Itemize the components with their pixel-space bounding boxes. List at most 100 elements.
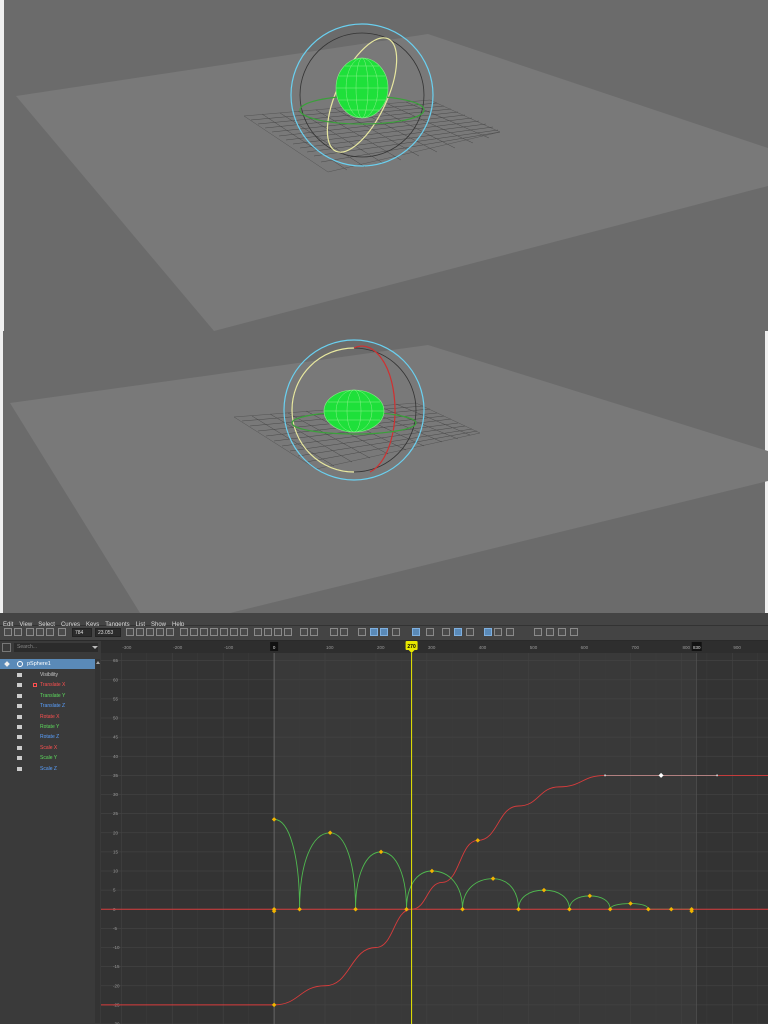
value-tick-label: -20: [113, 983, 120, 988]
value-tick-label: 35: [113, 773, 119, 778]
plateau-tangent-icon[interactable]: [240, 628, 248, 636]
time-tick-label: 400: [479, 645, 487, 650]
key-tick-icon[interactable]: [330, 628, 338, 636]
value-tick-label: 45: [113, 735, 119, 740]
viewport-bottom-scene: [0, 331, 768, 613]
grid-snap-icon[interactable]: [58, 628, 66, 636]
curve-icon: [17, 735, 22, 740]
value-tick-label: 65: [113, 658, 119, 663]
graph-editor-toolbar: 784 23.053: [0, 626, 768, 641]
value-tick-label: 30: [113, 792, 119, 797]
linear-tangent-icon[interactable]: [210, 628, 218, 636]
unify-tangents-icon[interactable]: [264, 628, 272, 636]
viewport-bottom[interactable]: [0, 331, 768, 613]
retime-tool-icon[interactable]: [46, 628, 54, 636]
value-field[interactable]: 23.053: [95, 628, 121, 637]
swap-buffer-curve-icon[interactable]: [310, 628, 318, 636]
outliner-scrollbar[interactable]: [95, 659, 100, 1023]
time-snap-icon[interactable]: [466, 628, 474, 636]
chevron-down-icon[interactable]: [92, 646, 98, 649]
curve-icon: [17, 693, 22, 698]
snap-time-icon[interactable]: [442, 628, 450, 636]
channel-outliner: Search... pSphere1 Visibility Translate X…: [0, 641, 102, 1024]
channel-label: Rotate Z: [40, 734, 60, 741]
denormalize-icon[interactable]: [426, 628, 434, 636]
flat-tangent-icon[interactable]: [220, 628, 228, 636]
frame-playback-range-icon[interactable]: [156, 628, 164, 636]
buffer-curve-snapshot-icon[interactable]: [300, 628, 308, 636]
value-tick-label: 50: [113, 716, 119, 721]
time-tick-label: 700: [632, 645, 640, 650]
move-key-tool-icon[interactable]: [4, 628, 12, 636]
channel-item[interactable]: Scale Y: [0, 753, 95, 763]
clamped-tangent-icon[interactable]: [200, 628, 208, 636]
frame-all-icon[interactable]: [136, 628, 144, 636]
expand-icon[interactable]: [4, 661, 10, 667]
auto-tangent-icon[interactable]: [180, 628, 188, 636]
butterworth-filter-icon[interactable]: [570, 628, 578, 636]
normalize-curves-icon[interactable]: [412, 628, 420, 636]
step-tangent-icon[interactable]: [230, 628, 238, 636]
post-infinity-icon[interactable]: [370, 628, 378, 636]
lock-icon[interactable]: [33, 683, 37, 688]
absolute-view-icon[interactable]: [494, 628, 502, 636]
lattice-deform-icon[interactable]: [26, 628, 34, 636]
frame-selection-icon[interactable]: [146, 628, 154, 636]
sphere-mesh[interactable]: [323, 389, 385, 433]
search-field[interactable]: Search...: [14, 643, 98, 652]
channel-item[interactable]: Translate Y: [0, 691, 95, 701]
channel-label: Scale Z: [40, 765, 57, 772]
range-end-label: 830: [693, 645, 701, 650]
infinity-cycle-icon[interactable]: [380, 628, 388, 636]
sphere-mesh[interactable]: [335, 57, 389, 119]
value-tick-label: 40: [113, 754, 119, 759]
center-current-time-icon[interactable]: [166, 628, 174, 636]
tangent-display-icon[interactable]: [506, 628, 514, 636]
pre-range-shade: [101, 653, 275, 1024]
time-tick-label: 100: [326, 645, 334, 650]
spline-tangent-icon[interactable]: [190, 628, 198, 636]
curve-simplify-icon[interactable]: [546, 628, 554, 636]
channel-item[interactable]: Rotate Z: [0, 732, 95, 742]
outliner-item-selected[interactable]: pSphere1: [0, 659, 95, 669]
channel-label: Translate Y: [40, 692, 66, 699]
tangent-handle-end: [604, 774, 607, 777]
curve-icon: [17, 725, 22, 729]
free-tangent-weight-icon[interactable]: [274, 628, 282, 636]
lock-tangent-weight-icon[interactable]: [284, 628, 292, 636]
time-tick-label: -200: [173, 645, 183, 650]
curve-graph[interactable]: -300-200-1000100200300400500600700800900…: [101, 641, 768, 1024]
channel-item[interactable]: Scale X: [0, 743, 95, 753]
curve-smooth-icon[interactable]: [534, 628, 542, 636]
curve-icon: [17, 704, 22, 709]
channel-item[interactable]: Rotate X: [0, 712, 95, 722]
channel-item[interactable]: Scale Z: [0, 764, 95, 774]
break-tangents-icon[interactable]: [254, 628, 262, 636]
insert-key-tool-icon[interactable]: [14, 628, 22, 636]
channel-item[interactable]: Rotate Y: [0, 722, 95, 732]
value-tick-label: 55: [113, 696, 119, 701]
curve-filter-icon[interactable]: [392, 628, 400, 636]
tangent-handle-end: [716, 774, 719, 777]
stats-icon[interactable]: [126, 628, 134, 636]
channel-item[interactable]: Translate X: [0, 680, 95, 690]
channel-item[interactable]: Visibility: [0, 670, 95, 680]
auto-key-icon[interactable]: [340, 628, 348, 636]
snap-value-icon[interactable]: [454, 628, 462, 636]
channel-label: Rotate Y: [40, 724, 60, 730]
time-tick-label: 600: [581, 645, 589, 650]
channel-label: Translate Z: [40, 703, 66, 710]
channel-item[interactable]: Translate Z: [0, 701, 95, 711]
graph-editor: Edit View Select Curves Keys Tangents List Show…: [0, 613, 768, 1024]
region-tool-icon[interactable]: [36, 628, 44, 636]
frame-field[interactable]: 784: [72, 628, 92, 637]
viewport-top[interactable]: [0, 0, 768, 331]
stacked-curves-icon[interactable]: [484, 628, 492, 636]
curve-resample-icon[interactable]: [558, 628, 566, 636]
curve-icon: [17, 673, 22, 677]
channel-label: Scale X: [40, 744, 58, 751]
curve-icon: [17, 745, 22, 750]
filter-icon[interactable]: [2, 643, 11, 652]
pre-infinity-icon[interactable]: [358, 628, 366, 636]
graph-view[interactable]: -300-200-1000100200300400500600700800900…: [101, 641, 768, 1024]
